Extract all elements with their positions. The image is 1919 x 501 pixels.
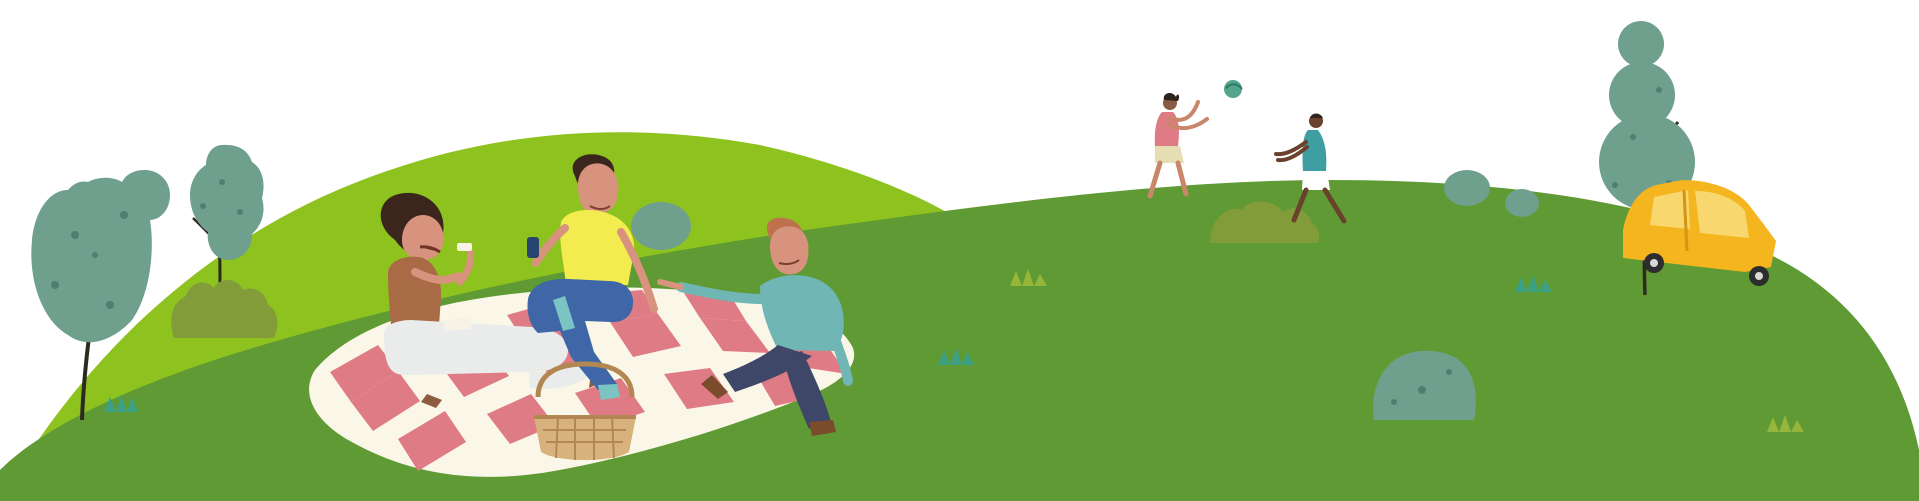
leaf-dot [1630, 134, 1636, 140]
van-hubcap [1650, 259, 1658, 267]
leaf-dot [1391, 399, 1397, 405]
leaf-dot [219, 179, 225, 185]
leaf-dot [92, 252, 98, 258]
leaf-dot [51, 281, 59, 289]
tree-canopy [1618, 21, 1664, 67]
girl-shorts [1155, 146, 1184, 163]
basket-body [534, 417, 636, 460]
picnic-illustration [0, 0, 1919, 501]
leaf-dot [1612, 182, 1618, 188]
sandwich [457, 243, 472, 251]
leaf-dot [106, 301, 114, 309]
drink-can [527, 237, 539, 258]
teal-man-face [770, 226, 809, 275]
yellow-man-face [578, 163, 619, 214]
boy-shorts [1302, 171, 1330, 190]
leaf-dot [120, 211, 128, 219]
bush-round [1505, 189, 1539, 217]
leaf-dot [1446, 369, 1452, 375]
plate [443, 318, 472, 331]
scene-svg [0, 0, 1919, 501]
leaf-dot [71, 231, 79, 239]
bush-round [631, 202, 691, 250]
leaf-dot [200, 203, 206, 209]
bush-round [1444, 170, 1490, 206]
leaf-dot [1418, 386, 1426, 394]
ball [1224, 80, 1242, 98]
leaf-dot [1656, 87, 1662, 93]
van-hubcap [1755, 272, 1763, 280]
leaf-dot [237, 209, 243, 215]
